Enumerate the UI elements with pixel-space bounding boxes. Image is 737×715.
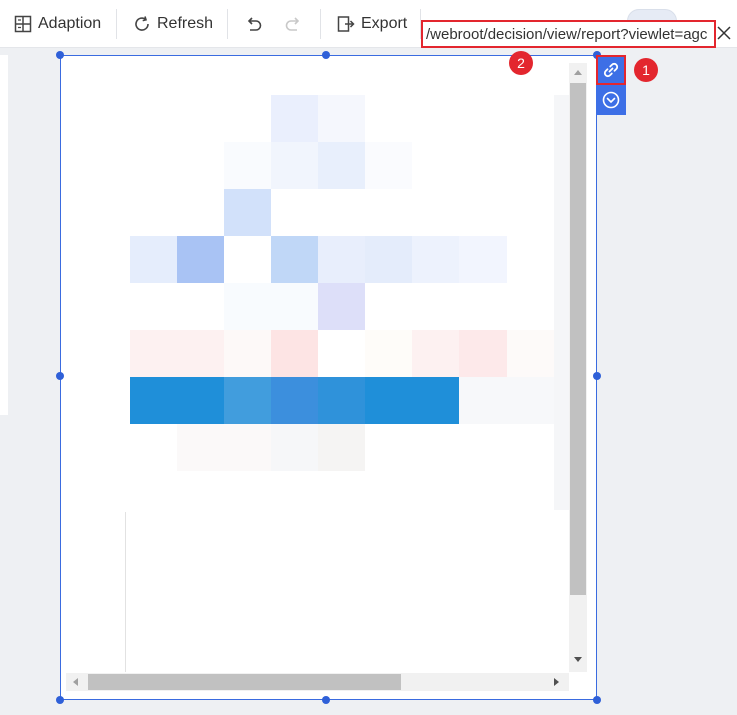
link-icon bbox=[603, 62, 619, 78]
report-cell bbox=[224, 283, 318, 330]
scroll-right-icon[interactable] bbox=[554, 678, 559, 686]
undo-icon bbox=[245, 15, 263, 33]
report-cell bbox=[318, 424, 365, 471]
report-header-cell bbox=[224, 377, 271, 424]
resize-handle-top-left[interactable] bbox=[56, 51, 64, 59]
report-header-cell bbox=[130, 377, 224, 424]
adaption-icon bbox=[14, 15, 32, 33]
undo-button[interactable] bbox=[245, 0, 263, 48]
export-label: Export bbox=[361, 15, 408, 32]
report-cell bbox=[412, 330, 459, 377]
resize-handle-top[interactable] bbox=[322, 51, 330, 59]
report-cell bbox=[130, 236, 177, 283]
scroll-left-icon[interactable] bbox=[73, 678, 78, 686]
report-cell bbox=[271, 330, 318, 377]
report-cell bbox=[412, 236, 459, 283]
report-cell bbox=[318, 236, 365, 283]
report-cell bbox=[365, 330, 412, 377]
report-cell bbox=[177, 424, 271, 471]
redo-icon bbox=[284, 15, 302, 33]
report-url-field[interactable]: /webroot/decision/view/report?viewlet=ag… bbox=[421, 20, 716, 48]
vertical-scroll-thumb[interactable] bbox=[570, 83, 586, 595]
export-button[interactable]: Export bbox=[337, 0, 407, 48]
vertical-scrollbar[interactable] bbox=[569, 63, 587, 672]
report-header-cell bbox=[271, 377, 318, 424]
annotation-badge-2: 2 bbox=[509, 51, 533, 75]
resize-handle-bottom-right[interactable] bbox=[593, 696, 601, 704]
export-icon bbox=[337, 15, 355, 33]
report-cell bbox=[318, 142, 365, 189]
report-header-cell bbox=[365, 377, 459, 424]
report-cell bbox=[459, 236, 507, 283]
horizontal-scroll-thumb[interactable] bbox=[88, 674, 401, 690]
report-cell bbox=[365, 236, 412, 283]
report-cell bbox=[224, 142, 271, 189]
report-cell bbox=[130, 330, 224, 377]
horizontal-scrollbar[interactable] bbox=[66, 673, 569, 691]
report-cell bbox=[365, 142, 412, 189]
report-cell bbox=[271, 142, 318, 189]
report-cell bbox=[271, 424, 318, 471]
report-header-cell bbox=[318, 377, 365, 424]
report-cell bbox=[318, 95, 365, 142]
report-cell bbox=[507, 330, 554, 377]
report-cell bbox=[271, 236, 318, 283]
report-cell bbox=[271, 95, 318, 142]
report-cell bbox=[224, 189, 271, 236]
refresh-icon bbox=[133, 15, 151, 33]
close-button[interactable] bbox=[715, 22, 733, 44]
scroll-down-icon[interactable] bbox=[574, 657, 582, 662]
scroll-up-icon[interactable] bbox=[574, 70, 582, 75]
refresh-label: Refresh bbox=[157, 15, 214, 32]
adaption-button[interactable]: Adaption bbox=[14, 0, 101, 48]
chevron-down-circle-icon bbox=[602, 91, 620, 109]
report-divider bbox=[125, 512, 126, 672]
canvas-edge bbox=[0, 55, 8, 415]
resize-handle-bottom-left[interactable] bbox=[56, 696, 64, 704]
resize-handle-bottom[interactable] bbox=[322, 696, 330, 704]
toolbar-divider bbox=[320, 9, 321, 39]
report-cell bbox=[459, 377, 554, 424]
resize-handle-right[interactable] bbox=[593, 372, 601, 380]
redo-button[interactable] bbox=[284, 0, 302, 48]
more-options-button[interactable] bbox=[596, 85, 626, 115]
close-icon bbox=[717, 26, 731, 40]
resize-handle-left[interactable] bbox=[56, 372, 64, 380]
adaption-label: Adaption bbox=[38, 15, 102, 32]
report-cell bbox=[177, 236, 224, 283]
report-cell bbox=[224, 330, 271, 377]
copy-link-button[interactable] bbox=[596, 55, 626, 85]
report-cell bbox=[459, 330, 507, 377]
report-cell bbox=[318, 283, 365, 330]
report-url-text: /webroot/decision/view/report?viewlet=ag… bbox=[426, 25, 708, 43]
toolbar-divider bbox=[116, 9, 117, 39]
refresh-button[interactable]: Refresh bbox=[133, 0, 213, 48]
annotation-badge-1: 1 bbox=[634, 58, 658, 82]
toolbar-divider bbox=[227, 9, 228, 39]
report-column-edge bbox=[554, 95, 569, 510]
